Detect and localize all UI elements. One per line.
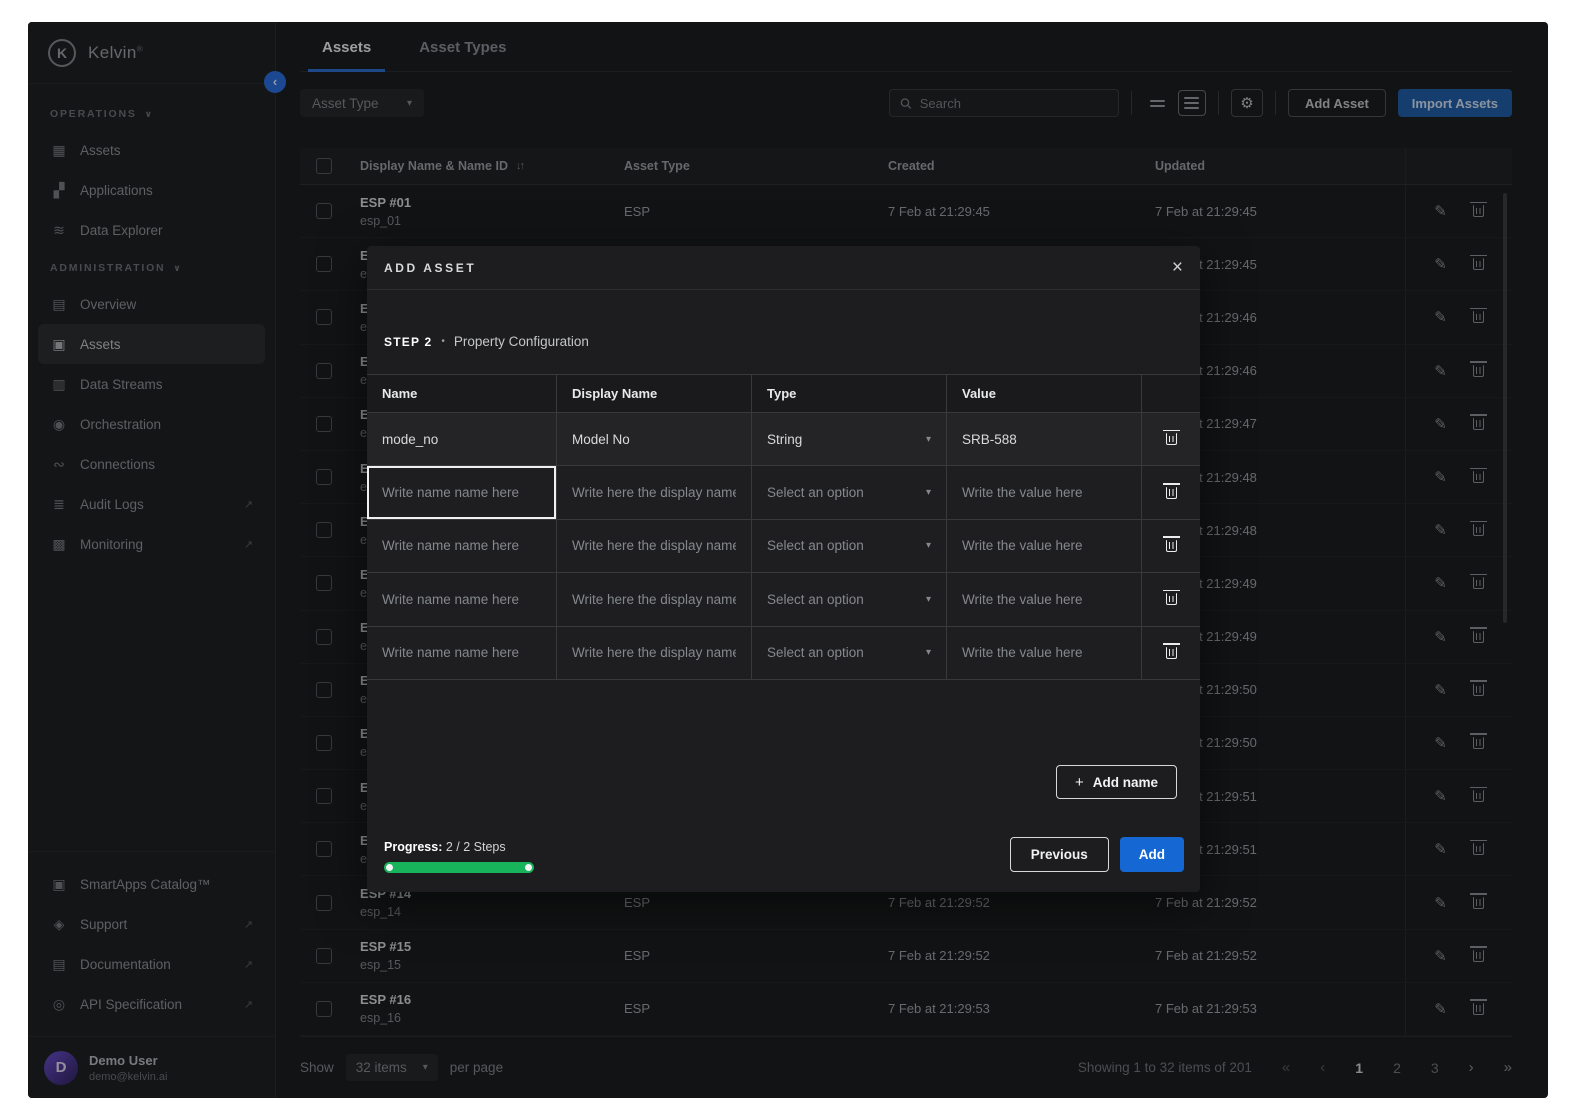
progress-text: Progress: 2 / 2 Steps <box>384 840 534 854</box>
property-type-value: Select an option <box>767 645 864 660</box>
delete-icon[interactable] <box>1166 593 1177 605</box>
page: K Kelvin® OPERATIONS∨▦Assets▞Application… <box>0 0 1580 1120</box>
property-name-input[interactable] <box>382 432 541 447</box>
progress-knob-start <box>386 864 393 871</box>
property-row: Select an option ▾ <box>367 627 1200 680</box>
property-type-value: Select an option <box>767 592 864 607</box>
delete-icon[interactable] <box>1166 647 1177 659</box>
prop-column-display-name: Display Name <box>557 375 752 413</box>
property-value-input[interactable] <box>962 592 1126 607</box>
property-value-cell[interactable] <box>947 520 1142 573</box>
property-value-input[interactable] <box>962 645 1126 660</box>
property-display-name-cell[interactable] <box>557 466 752 519</box>
property-display-name-cell[interactable] <box>557 520 752 573</box>
step-separator: • <box>441 336 445 347</box>
progress-knob-end <box>525 864 532 871</box>
property-display-name-cell[interactable] <box>557 627 752 680</box>
add-name-button[interactable]: + Add name <box>1056 765 1177 799</box>
property-name-cell[interactable] <box>367 627 557 680</box>
property-display-name-input[interactable] <box>572 432 736 447</box>
property-name-cell[interactable] <box>367 520 557 573</box>
property-row: Select an option ▾ <box>367 573 1200 626</box>
delete-icon[interactable] <box>1166 540 1177 552</box>
property-delete-cell <box>1142 627 1200 680</box>
property-name-input[interactable] <box>382 592 541 607</box>
property-delete-cell <box>1142 413 1200 466</box>
property-value-cell[interactable] <box>947 466 1142 519</box>
delete-icon[interactable] <box>1166 487 1177 499</box>
property-table: Name Display Name Type Value String▾Sele… <box>367 374 1200 680</box>
property-type-select[interactable]: Select an option ▾ <box>752 627 947 680</box>
app-window: K Kelvin® OPERATIONS∨▦Assets▞Application… <box>28 22 1548 1098</box>
previous-button[interactable]: Previous <box>1010 837 1109 872</box>
property-display-name-input[interactable] <box>572 485 736 500</box>
chevron-down-icon: ▾ <box>926 540 931 551</box>
property-table-header: Name Display Name Type Value <box>367 375 1200 413</box>
property-name-cell[interactable] <box>367 573 557 626</box>
property-display-name-cell[interactable] <box>557 573 752 626</box>
step-indicator: STEP 2 • Property Configuration <box>384 334 1183 349</box>
prop-column-type: Type <box>752 375 947 413</box>
property-value-cell[interactable] <box>947 627 1142 680</box>
property-table-body: String▾Select an option▾Select an option… <box>367 413 1200 680</box>
modal-title: ADD ASSET <box>384 261 476 275</box>
property-display-name-input[interactable] <box>572 592 736 607</box>
property-name-input[interactable] <box>382 538 541 553</box>
property-delete-cell <box>1142 573 1200 626</box>
property-name-input[interactable] <box>382 645 541 660</box>
property-value-cell[interactable] <box>947 413 1142 466</box>
chevron-down-icon: ▾ <box>926 434 931 445</box>
property-type-select[interactable]: Select an option ▾ <box>752 466 947 519</box>
property-type-select[interactable]: Select an option ▾ <box>752 520 947 573</box>
property-delete-cell <box>1142 466 1200 519</box>
prop-column-name: Name <box>367 375 557 413</box>
property-name-cell[interactable] <box>367 466 557 519</box>
prop-column-actions <box>1142 375 1200 413</box>
property-type-select[interactable]: String ▾ <box>752 413 947 466</box>
chevron-down-icon: ▾ <box>926 594 931 605</box>
property-value-input[interactable] <box>962 538 1126 553</box>
property-name-cell[interactable] <box>367 413 557 466</box>
plus-icon: + <box>1075 774 1084 791</box>
property-value-input[interactable] <box>962 485 1126 500</box>
modal-actions: Previous Add <box>1010 837 1184 872</box>
property-display-name-input[interactable] <box>572 645 736 660</box>
property-row: String ▾ <box>367 413 1200 466</box>
property-display-name-input[interactable] <box>572 538 736 553</box>
chevron-down-icon: ▾ <box>926 487 931 498</box>
delete-icon[interactable] <box>1166 433 1177 445</box>
property-row: Select an option ▾ <box>367 466 1200 519</box>
property-row: Select an option ▾ <box>367 520 1200 573</box>
property-delete-cell <box>1142 520 1200 573</box>
property-type-value: Select an option <box>767 485 864 500</box>
property-type-select[interactable]: Select an option ▾ <box>752 573 947 626</box>
property-value-cell[interactable] <box>947 573 1142 626</box>
progress-bar <box>384 862 534 873</box>
property-type-value: String <box>767 432 802 447</box>
close-icon[interactable]: × <box>1172 258 1183 277</box>
property-display-name-cell[interactable] <box>557 413 752 466</box>
step-label: STEP 2 <box>384 335 432 349</box>
progress: Progress: 2 / 2 Steps <box>384 840 534 873</box>
property-name-input[interactable] <box>382 485 541 500</box>
modal-header: ADD ASSET × <box>367 246 1200 290</box>
property-value-input[interactable] <box>962 432 1126 447</box>
add-button[interactable]: Add <box>1120 837 1184 872</box>
property-type-value: Select an option <box>767 538 864 553</box>
add-asset-modal: ADD ASSET × STEP 2 • Property Configurat… <box>367 246 1200 892</box>
prop-column-value: Value <box>947 375 1142 413</box>
step-name: Property Configuration <box>454 334 589 349</box>
chevron-down-icon: ▾ <box>926 647 931 658</box>
